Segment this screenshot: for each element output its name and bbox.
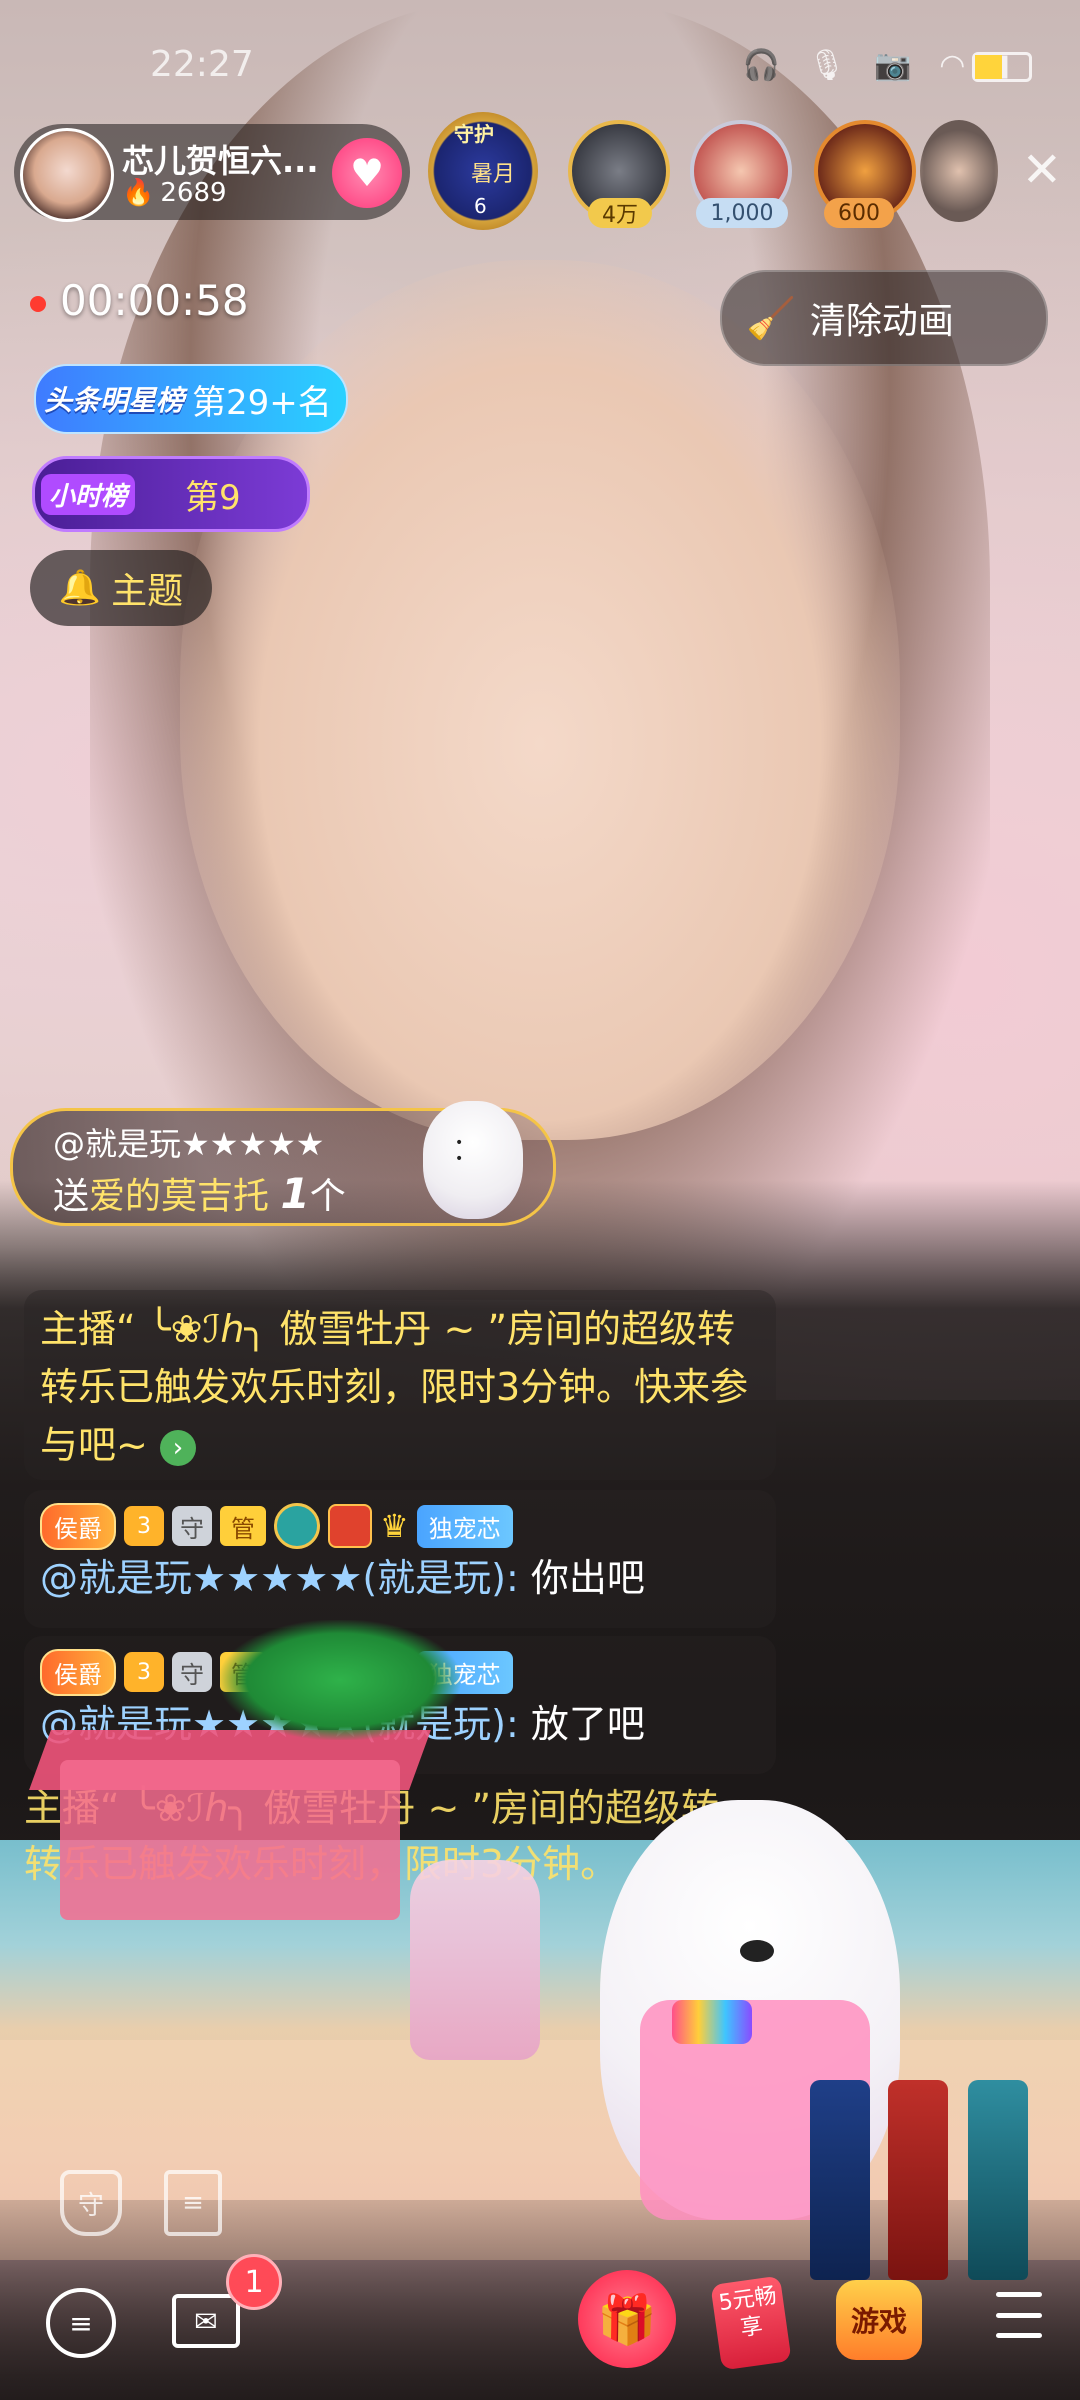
status-bar: 22:27 🎧 🎙 📷 ◠ ▮: [0, 40, 1080, 100]
host-avatar[interactable]: [20, 128, 114, 222]
chat-bubble-icon[interactable]: ≡: [46, 2288, 116, 2358]
gift-unit: 个: [309, 1176, 346, 1217]
game-button[interactable]: 游戏: [836, 2280, 922, 2360]
bottle-3: [968, 2080, 1028, 2280]
clear-animation-label: 清除动画: [809, 301, 954, 342]
guard-badge-small: 守: [172, 1652, 212, 1692]
gift-button[interactable]: 🎁: [578, 2270, 676, 2368]
headphone-icon: 🎧: [742, 48, 780, 83]
chat-username[interactable]: @就是玩★★★★★(就是玩):: [40, 1556, 519, 1600]
hourly-rank-pill[interactable]: 小时榜 第9: [32, 456, 310, 532]
guard-badge[interactable]: 守护 暑月 6: [428, 112, 538, 230]
level-badge: 3: [124, 1506, 164, 1546]
battery-icon: [972, 52, 1032, 82]
system-message-text: 主播“ ╰❀ℐℎ╮ 傲雪牡丹 ~ ”房间的超级转转乐已触发欢乐时刻，限时3分钟。…: [40, 1307, 749, 1467]
top-viewer-value-3: 600: [824, 198, 894, 228]
guard-badge-small: 守: [172, 1506, 212, 1546]
gift-sender: @就是玩★★★★★: [53, 1125, 325, 1163]
guard-badge-month: 暑月: [471, 162, 516, 187]
mic-icon: 🎙: [807, 48, 846, 83]
host-popularity-value: 2689: [160, 178, 227, 208]
fan-badge: 独宠芯: [416, 1504, 513, 1548]
status-time: 22:27: [150, 44, 254, 85]
hourly-rank-value: 第9: [185, 477, 241, 518]
host-name: 芯儿贺恒六...: [122, 142, 319, 180]
status-icons: 🎧 🎙 📷 ◠ ▮: [742, 48, 1010, 83]
menu-icon[interactable]: [996, 2292, 1042, 2338]
wifi-icon: ◠: [939, 48, 966, 83]
broom-icon: 🧹: [746, 295, 796, 342]
rank-badge: 侯爵: [40, 1648, 116, 1696]
offer-button[interactable]: 5元畅享: [710, 2275, 792, 2371]
task-list-icon[interactable]: ≡: [164, 2170, 222, 2236]
follow-heart-button[interactable]: ♥: [332, 138, 402, 208]
system-message: 主播“ ╰❀ℐℎ╮ 傲雪牡丹 ~ ”房间的超级转转乐已触发欢乐时刻，限时3分钟。…: [24, 1290, 776, 1480]
shield-icon: [328, 1504, 372, 1548]
topic-label: 主题: [111, 571, 184, 612]
guard-shield-icon[interactable]: 守: [60, 2170, 122, 2236]
bell-icon: 🔔: [58, 568, 102, 608]
gift-text: 送爱的莫吉托 1个: [53, 1167, 346, 1219]
host-info-bar[interactable]: 芯儿贺恒六... 🔥 2689 ♥: [14, 124, 410, 222]
mail-badge: 1: [226, 2254, 282, 2310]
chat-message[interactable]: 侯爵 3 守 管 ♛ 独宠芯 @就是玩★★★★★(就是玩): 你出吧: [24, 1490, 776, 1628]
mojito-drink: [410, 1860, 540, 2060]
medal-icon: [274, 1503, 320, 1549]
gift-banner: @就是玩★★★★★ 送爱的莫吉托 1个 • •: [10, 1101, 556, 1226]
host-popularity: 🔥 2689: [122, 178, 227, 208]
mail-icon[interactable]: ✉: [172, 2294, 240, 2348]
bottle-1: [810, 2080, 870, 2280]
live-timer: 00:00:58: [60, 276, 249, 325]
headline-rank-value: 第29+名: [192, 382, 332, 423]
gift-prefix: 送: [53, 1176, 90, 1217]
guard-badge-label: 守护: [454, 122, 494, 146]
headline-rank-pill[interactable]: 头条明星榜 第29+名: [34, 364, 348, 434]
flame-icon: 🔥: [122, 178, 155, 208]
bottle-2: [888, 2080, 948, 2280]
topic-button[interactable]: 🔔 主题: [30, 550, 212, 626]
camera-icon: 📷: [873, 48, 912, 83]
beach-hut: [60, 1760, 400, 1920]
level-badge: 3: [124, 1652, 164, 1692]
admin-badge: 管: [220, 1506, 266, 1546]
close-icon[interactable]: ✕: [1022, 146, 1062, 194]
clear-animation-button[interactable]: 🧹 清除动画: [720, 270, 1048, 366]
top-viewer-value-1: 4万: [588, 198, 652, 228]
top-viewer-avatar-4[interactable]: [920, 120, 998, 222]
recording-dot: [30, 296, 46, 312]
chat-badges: 侯爵 3 守 管 ♛ 独宠芯: [40, 1500, 760, 1552]
headline-rank-tag: 头条明星榜: [44, 384, 185, 417]
crown-icon: ♛: [380, 1507, 409, 1545]
chevron-right-icon[interactable]: ›: [159, 1429, 196, 1466]
gift-count: 1: [280, 1169, 310, 1218]
bottom-toolbar: ≡ ✉ 1 🎁 5元畅享 游戏: [0, 2254, 1080, 2380]
gift-bear-icon: • •: [423, 1101, 523, 1219]
rank-badge: 侯爵: [40, 1502, 116, 1550]
gift-name: 爱的莫吉托: [89, 1176, 270, 1217]
hourly-rank-tag: 小时榜: [41, 473, 136, 515]
chat-text: 放了吧: [530, 1702, 645, 1746]
chat-text: 你出吧: [530, 1556, 645, 1600]
top-viewer-value-2: 1,000: [696, 198, 788, 228]
palm-tree: [220, 1620, 460, 1740]
guard-badge-count: 6: [474, 194, 487, 218]
